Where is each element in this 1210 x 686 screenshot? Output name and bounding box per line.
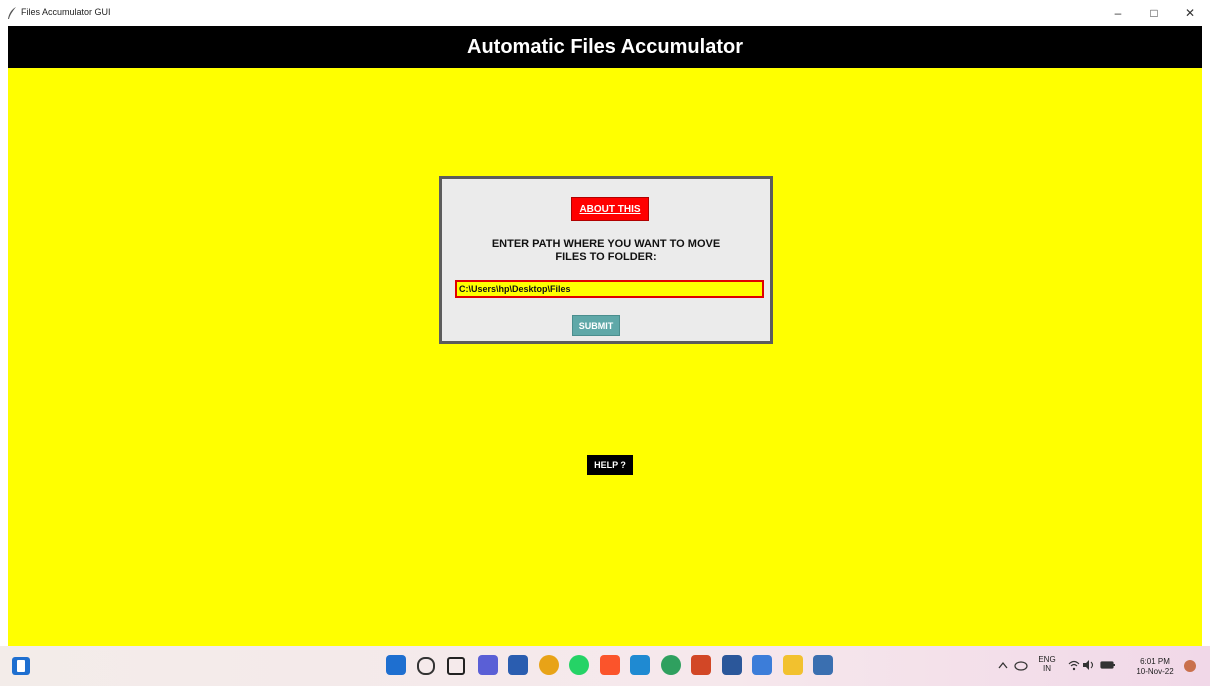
header-bar: Automatic Files Accumulator [8, 26, 1202, 68]
language-indicator[interactable]: ENG IN [1036, 655, 1058, 673]
submit-button[interactable]: SUBMIT [572, 315, 620, 336]
chrome-icon[interactable] [538, 655, 559, 675]
store-icon[interactable] [508, 655, 528, 675]
powerpoint-icon[interactable] [691, 655, 711, 675]
app-window: Automatic Files Accumulator ABOUT THIS E… [8, 26, 1202, 646]
chat-icon[interactable] [477, 655, 498, 675]
start-icon[interactable] [386, 655, 406, 675]
file-explorer-icon[interactable] [782, 655, 803, 675]
notification-icon[interactable] [1184, 660, 1196, 672]
search-icon[interactable] [416, 657, 435, 675]
about-button[interactable]: ABOUT THIS [571, 197, 649, 221]
edge-icon[interactable] [660, 655, 681, 675]
whatsapp-icon[interactable] [569, 655, 589, 675]
help-button[interactable]: HELP ? [587, 455, 633, 475]
page-title: Automatic Files Accumulator [467, 36, 743, 58]
clock-date: 10-Nov-22 [1136, 667, 1174, 676]
prompt-line-2: FILES TO FOLDER: [555, 251, 657, 263]
word-icon[interactable] [721, 655, 742, 675]
onedrive-icon[interactable] [1014, 659, 1028, 671]
path-prompt-label: ENTER PATH WHERE YOU WANT TO MOVE FILES … [442, 238, 770, 264]
taskbar: ENG IN 6:01 PM 10-Nov-22 [0, 646, 1210, 686]
maximize-button[interactable]: □ [1142, 4, 1166, 22]
widgets-icon[interactable] [12, 657, 30, 675]
system-clock[interactable]: 6:01 PM 10-Nov-22 [1128, 657, 1182, 677]
language-top: ENG [1038, 655, 1056, 664]
battery-icon[interactable] [1100, 659, 1116, 671]
minimize-button[interactable]: – [1106, 4, 1130, 22]
window-title-bar: Files Accumulator GUI – □ ✕ [0, 0, 1210, 26]
prompt-line-1: ENTER PATH WHERE YOU WANT TO MOVE [491, 238, 721, 250]
path-panel: ABOUT THIS ENTER PATH WHERE YOU WANT TO … [439, 176, 773, 344]
notepad-icon[interactable] [752, 655, 772, 675]
vscode-icon[interactable] [630, 655, 650, 675]
wifi-icon[interactable] [1068, 659, 1080, 671]
python-app-icon[interactable] [813, 655, 833, 675]
window-title: Files Accumulator GUI [21, 7, 111, 17]
close-button[interactable]: ✕ [1178, 4, 1202, 22]
clock-time: 6:01 PM [1140, 657, 1170, 666]
language-bottom: IN [1043, 664, 1051, 673]
task-view-icon[interactable] [447, 657, 465, 675]
chevron-up-icon[interactable] [998, 661, 1008, 669]
path-input[interactable] [455, 280, 764, 298]
brave-icon[interactable] [599, 655, 620, 675]
feather-icon [8, 7, 16, 19]
volume-icon[interactable] [1082, 659, 1096, 671]
